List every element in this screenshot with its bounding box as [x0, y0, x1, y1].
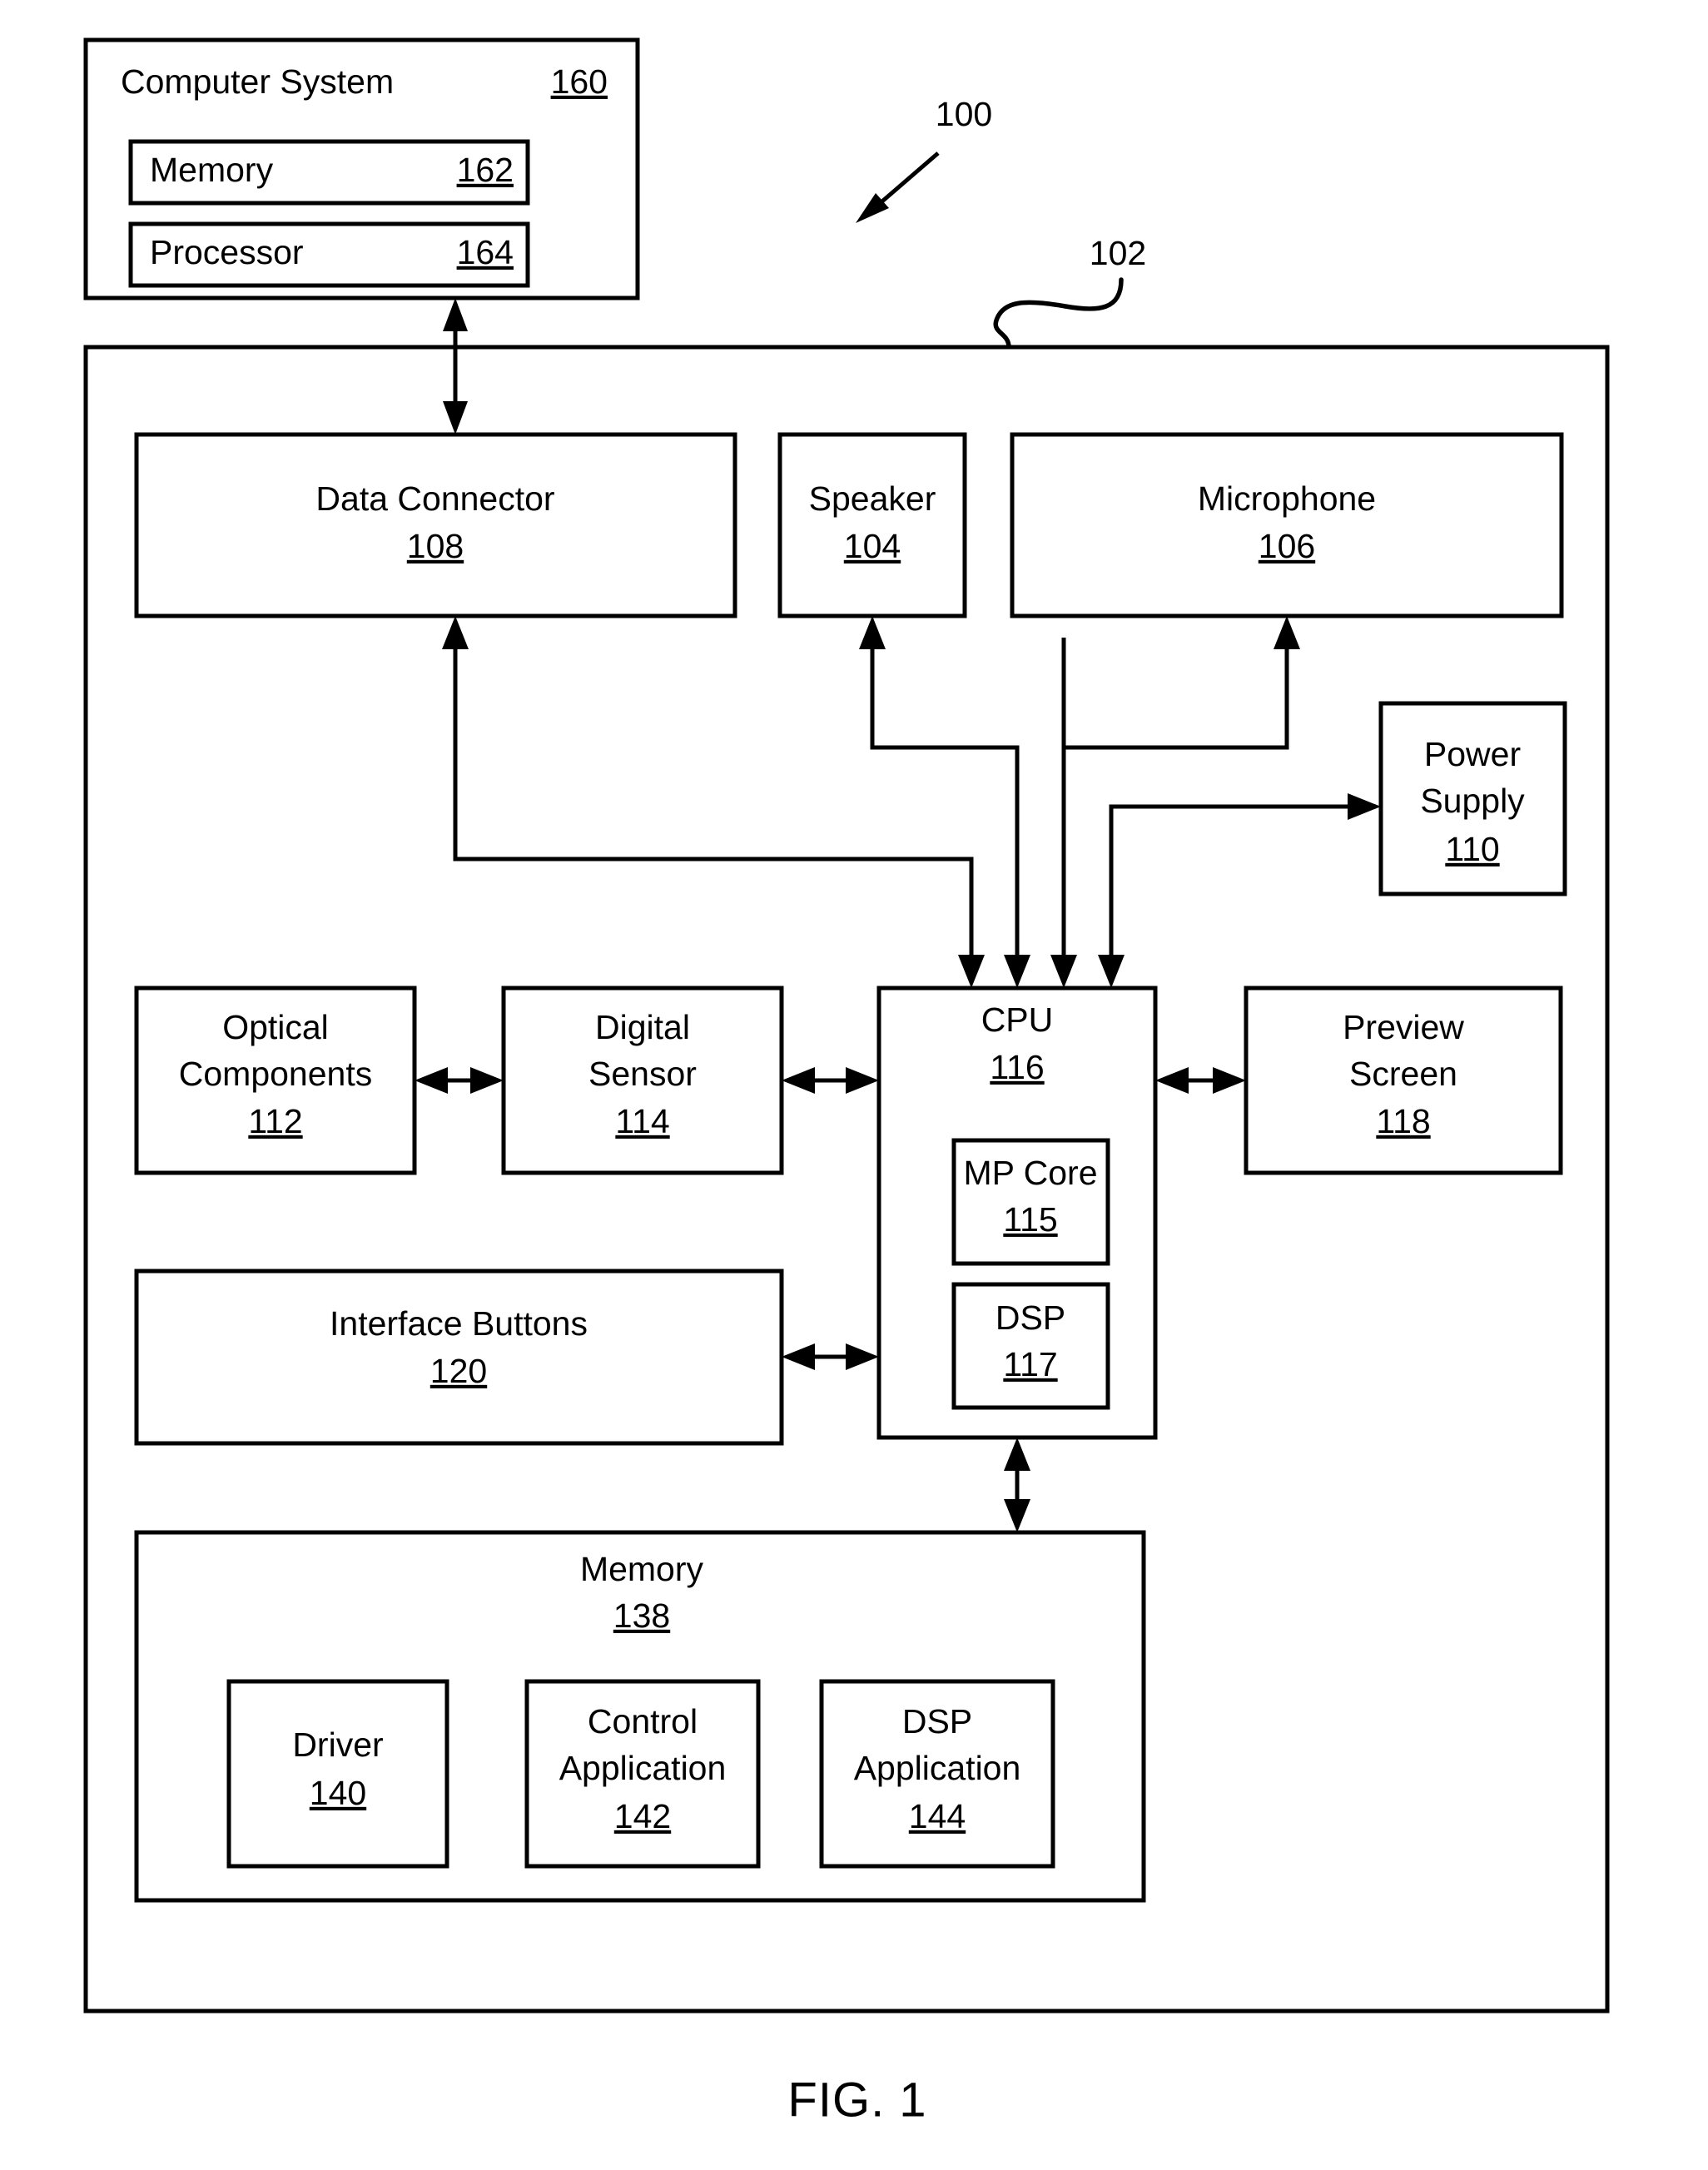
diagram-canvas: Computer System 160 Memory 162 Processor… — [83, 37, 1610, 2127]
cpu-title: CPU — [981, 1001, 1054, 1039]
mp-core-ref: 115 — [1003, 1200, 1057, 1239]
data-connector-group: Data Connector 108 — [134, 432, 737, 618]
digital-sensor-title-2: Sensor — [588, 1055, 697, 1093]
microphone-group: Microphone 106 — [1010, 432, 1564, 618]
digital-sensor-group: Digital Sensor 114 — [501, 986, 784, 1175]
power-supply-group: Power Supply 110 — [1378, 701, 1567, 896]
optical-components-title-1: Optical — [222, 1008, 329, 1046]
preview-screen-group: Preview Screen 118 — [1244, 986, 1563, 1175]
callout-102-group: 102 — [993, 234, 1146, 350]
computer-system-group: Computer System 160 Memory 162 Processor… — [83, 37, 640, 300]
device-memory-ref: 138 — [613, 1596, 670, 1635]
device-memory-title: Memory — [580, 1550, 704, 1588]
control-application-title-1: Control — [588, 1702, 698, 1740]
power-supply-title-1: Power — [1424, 735, 1521, 773]
computer-system-processor-ref: 164 — [457, 233, 514, 271]
preview-screen-ref: 118 — [1376, 1102, 1430, 1140]
speaker-ref: 104 — [844, 527, 901, 565]
optical-components-title-2: Components — [179, 1055, 372, 1093]
dsp-application-title-2: Application — [854, 1749, 1021, 1787]
power-supply-ref: 110 — [1445, 830, 1499, 868]
cpu-ref: 116 — [990, 1048, 1044, 1086]
preview-screen-title-2: Screen — [1349, 1055, 1457, 1093]
interface-buttons-group: Interface Buttons 120 — [134, 1269, 784, 1446]
speaker-group: Speaker 104 — [777, 432, 967, 618]
computer-system-memory-title: Memory — [150, 151, 274, 189]
dsp-title: DSP — [996, 1299, 1065, 1337]
microphone-ref: 106 — [1259, 527, 1315, 565]
dsp-application-title-1: DSP — [902, 1702, 972, 1740]
patent-figure: Computer System 160 Memory 162 Processor… — [0, 0, 1708, 2170]
digital-sensor-ref: 114 — [615, 1102, 669, 1140]
data-connector-ref: 108 — [407, 527, 464, 565]
interface-buttons-title: Interface Buttons — [330, 1304, 588, 1343]
driver-ref: 140 — [310, 1774, 366, 1812]
driver-title: Driver — [292, 1726, 383, 1764]
digital-sensor-title-1: Digital — [595, 1008, 690, 1046]
preview-screen-title-1: Preview — [1343, 1008, 1464, 1046]
control-application-title-2: Application — [559, 1749, 727, 1787]
dsp-ref: 117 — [1003, 1345, 1057, 1383]
data-connector-title: Data Connector — [315, 479, 554, 518]
control-application-ref: 142 — [614, 1797, 671, 1835]
arrowhead-up-cs — [443, 298, 468, 331]
dsp-application-ref: 144 — [909, 1797, 966, 1835]
microphone-box — [1010, 432, 1564, 618]
interface-buttons-ref: 120 — [430, 1352, 487, 1390]
mp-core-title: MP Core — [963, 1154, 1097, 1192]
data-connector-box — [134, 432, 737, 618]
computer-system-title: Computer System — [121, 62, 394, 101]
callout-100-group: 100 — [856, 95, 992, 223]
optical-components-group: Optical Components 112 — [134, 986, 417, 1175]
callout-100-label: 100 — [936, 95, 992, 133]
microphone-title: Microphone — [1198, 479, 1376, 518]
computer-system-memory-ref: 162 — [457, 151, 514, 189]
computer-system-ref: 160 — [551, 62, 608, 101]
device-memory-group: Memory 138 Driver 140 Control Applicatio… — [134, 1530, 1146, 1903]
figure-caption: FIG. 1 — [787, 2073, 926, 2127]
speaker-box — [777, 432, 967, 618]
computer-system-processor-title: Processor — [150, 233, 304, 271]
callout-102-leader — [993, 277, 1124, 350]
speaker-title: Speaker — [809, 479, 936, 518]
cpu-group: CPU 116 MP Core 115 DSP 117 — [876, 986, 1158, 1440]
callout-102-label: 102 — [1090, 234, 1146, 272]
power-supply-title-2: Supply — [1420, 782, 1525, 820]
optical-components-ref: 112 — [248, 1102, 302, 1140]
